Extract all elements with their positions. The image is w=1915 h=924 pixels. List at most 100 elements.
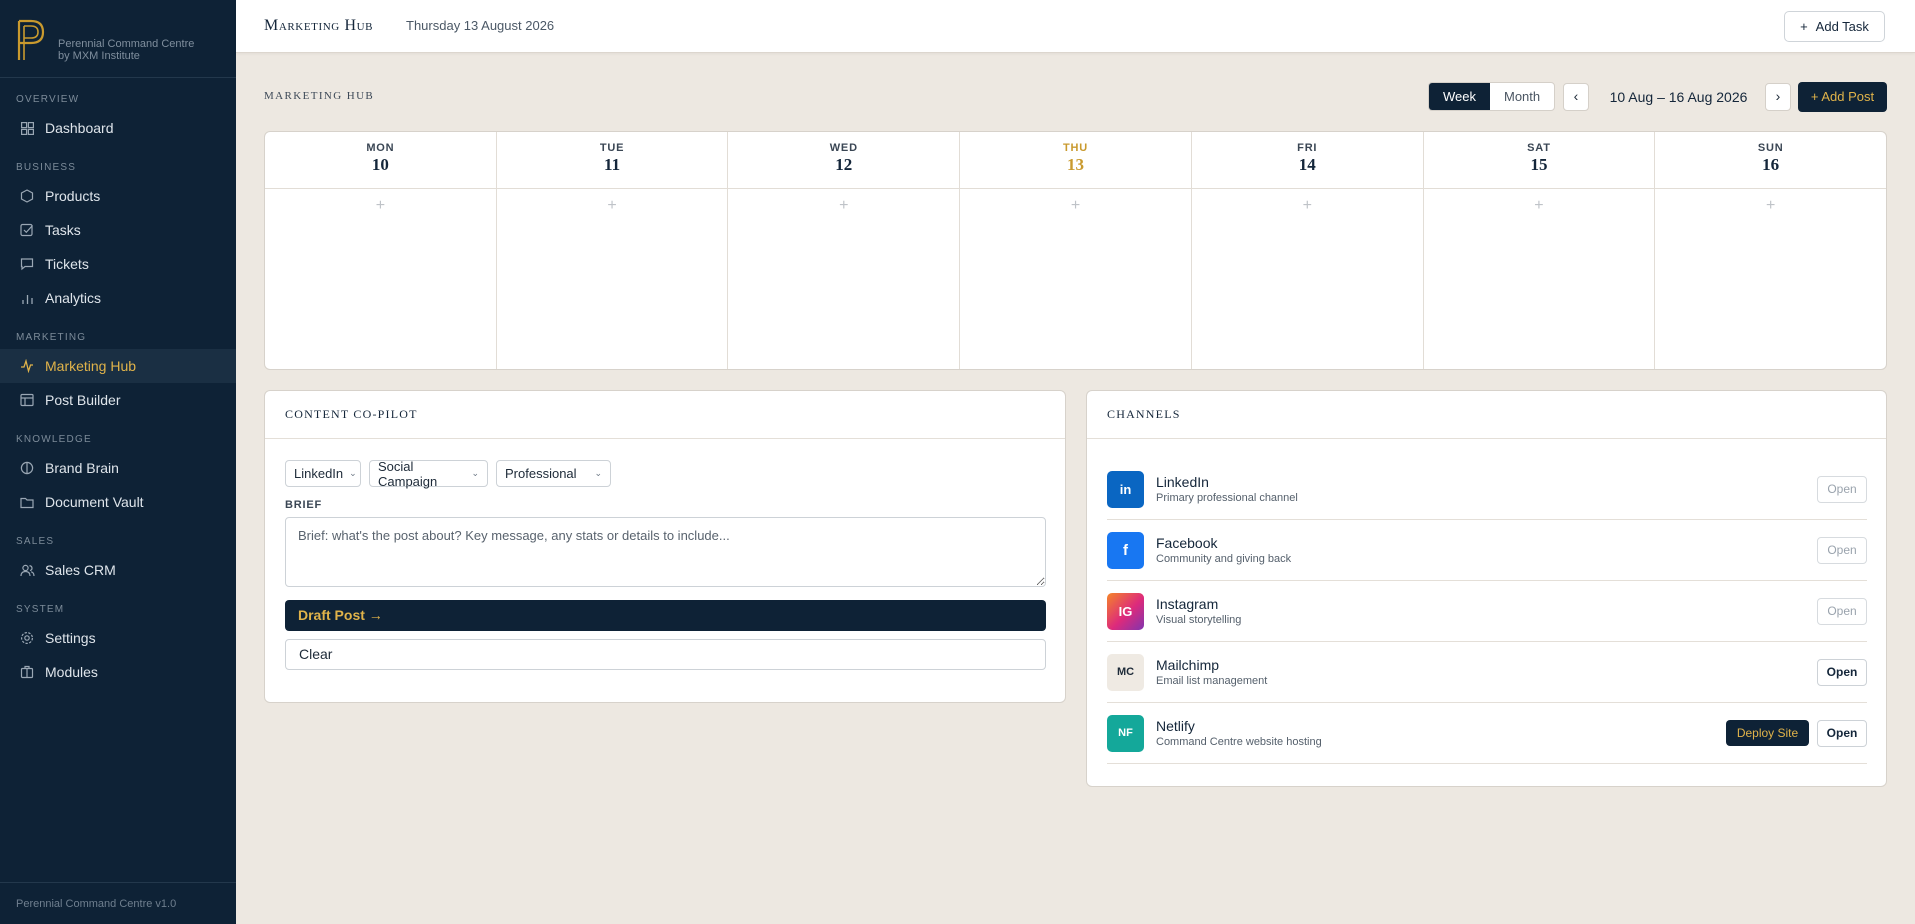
sidebar-item-label: Products <box>45 188 101 204</box>
bar-chart-icon <box>19 290 35 306</box>
day-number: 12 <box>835 155 853 174</box>
channel-description: Command Centre website hosting <box>1156 736 1322 748</box>
day-name: THU <box>1063 142 1089 154</box>
section-label: MARKETING HUB <box>264 90 375 102</box>
sidebar-item-products[interactable]: Products <box>0 179 236 213</box>
day-number: 14 <box>1298 155 1316 174</box>
draft-post-button[interactable]: Draft Post → <box>285 600 1046 631</box>
add-task-label: Add Task <box>1815 19 1869 34</box>
view-week-button[interactable]: Week <box>1429 83 1490 110</box>
day-column-tue[interactable]: TUE 11 + <box>496 132 729 369</box>
mailchimp-icon: MC <box>1107 653 1144 691</box>
sidebar-item-marketing-hub[interactable]: Marketing Hub <box>0 349 236 383</box>
open-instagram-button[interactable]: Open <box>1817 598 1867 625</box>
sidebar-item-brand-brain[interactable]: Brand Brain <box>0 451 236 485</box>
sidebar-item-label: Post Builder <box>45 392 121 408</box>
open-facebook-button[interactable]: Open <box>1817 537 1867 564</box>
open-mailchimp-button[interactable]: Open <box>1817 659 1867 686</box>
sidebar-item-post-builder[interactable]: Post Builder <box>0 383 236 417</box>
sidebar-item-dashboard[interactable]: Dashboard <box>0 111 236 145</box>
copilot-options: LinkedIn ⌄ Social Campaign ⌄ Professiona… <box>285 459 611 489</box>
sidebar-item-tasks[interactable]: Tasks <box>0 213 236 247</box>
channel-name: Netlify <box>1156 718 1195 734</box>
sidebar-item-modules[interactable]: Modules <box>0 655 236 689</box>
platform-select[interactable]: LinkedIn ⌄ <box>285 460 361 487</box>
tone-select-value: Professional <box>505 466 577 481</box>
day-number: 15 <box>1530 155 1548 174</box>
content-type-select[interactable]: Social Campaign ⌄ <box>369 459 488 489</box>
chevron-down-icon: ⌄ <box>471 468 479 478</box>
open-netlify-button[interactable]: Open <box>1817 720 1867 747</box>
sidebar-item-analytics[interactable]: Analytics <box>0 281 236 315</box>
clear-button[interactable]: Clear <box>285 639 1046 670</box>
next-week-button[interactable]: › <box>1765 83 1791 111</box>
main-content: MARKETING HUB Week Month ‹ 10 Aug – 16 A… <box>236 53 1915 924</box>
channel-info: LinkedIn Primary professional channel <box>1156 474 1298 504</box>
page-title: Marketing Hub <box>264 17 374 34</box>
topbar: Marketing Hub Thursday 13 August 2026 + … <box>236 0 1915 53</box>
sidebar-item-sales-crm[interactable]: Sales CRM <box>0 553 236 587</box>
grid-icon <box>19 120 35 136</box>
brief-label: BRIEF <box>285 499 322 511</box>
brief-textarea[interactable] <box>285 517 1046 587</box>
add-post-to-day-button[interactable]: + <box>497 197 728 215</box>
nav-section-knowledge: KNOWLEDGE <box>16 434 92 445</box>
add-post-to-day-button[interactable]: + <box>1424 197 1655 215</box>
sidebar-item-document-vault[interactable]: Document Vault <box>0 485 236 519</box>
sidebar-item-label: Analytics <box>45 290 102 306</box>
view-month-button[interactable]: Month <box>1490 83 1554 110</box>
current-date: Thursday 13 August 2026 <box>406 18 555 33</box>
tone-select[interactable]: Professional ⌄ <box>496 460 611 487</box>
day-name: MON <box>366 142 395 154</box>
day-column-wed[interactable]: WED 12 + <box>728 132 961 369</box>
add-post-to-day-button[interactable]: + <box>1655 197 1886 215</box>
day-column-sat[interactable]: SAT 15 + <box>1423 132 1656 369</box>
card-title: CHANNELS <box>1087 391 1886 439</box>
sidebar-item-label: Sales CRM <box>45 562 116 578</box>
nav-section-sales: SALES <box>16 536 55 547</box>
deploy-site-button[interactable]: Deploy Site <box>1726 720 1809 746</box>
add-task-button[interactable]: + Add Task <box>1784 11 1885 42</box>
channel-row-facebook: f Facebook Community and giving back Ope… <box>1107 520 1867 581</box>
sidebar-item-tickets[interactable]: Tickets <box>0 247 236 281</box>
add-post-to-day-button[interactable]: + <box>960 197 1191 215</box>
day-column-fri[interactable]: FRI 14 + <box>1191 132 1424 369</box>
channel-description: Visual storytelling <box>1156 614 1242 626</box>
day-header-today: THU 13 <box>960 132 1191 189</box>
day-column-sun[interactable]: SUN 16 + <box>1655 132 1886 369</box>
channel-row-mailchimp: MC Mailchimp Email list management Open <box>1107 642 1867 703</box>
date-range: 10 Aug – 16 Aug 2026 <box>1609 89 1748 105</box>
add-post-to-day-button[interactable]: + <box>1192 197 1423 215</box>
add-post-to-day-button[interactable]: + <box>728 197 959 215</box>
day-column-thu[interactable]: THU 13 + <box>960 132 1192 369</box>
channel-row-netlify: NF Netlify Command Centre website hostin… <box>1107 703 1867 764</box>
nav-section-business: BUSINESS <box>16 162 77 173</box>
prev-week-button[interactable]: ‹ <box>1563 83 1589 111</box>
plus-icon: + <box>1800 19 1808 34</box>
sidebar-footer-version: Perennial Command Centre v1.0 <box>0 882 236 924</box>
sidebar-item-settings[interactable]: Settings <box>0 621 236 655</box>
channel-info: Instagram Visual storytelling <box>1156 596 1241 626</box>
channel-name: Instagram <box>1156 596 1219 612</box>
channel-row-instagram: IG Instagram Visual storytelling Open <box>1107 581 1867 642</box>
brain-icon <box>19 460 35 476</box>
open-linkedin-button[interactable]: Open <box>1817 476 1867 503</box>
sidebar-item-label: Settings <box>45 630 96 646</box>
brand-tagline: Perennial Command Centre by MXM Institut… <box>58 38 195 62</box>
perennial-logo-icon[interactable] <box>14 18 48 62</box>
sidebar-item-label: Document Vault <box>45 494 144 510</box>
channels-card: CHANNELS in LinkedIn Primary professiona… <box>1086 390 1887 787</box>
day-number: 11 <box>604 155 621 174</box>
checkbox-icon <box>19 222 35 238</box>
instagram-icon: IG <box>1107 592 1144 630</box>
netlify-icon: NF <box>1107 714 1144 752</box>
week-calendar: MON 10 + TUE 11 + WED 12 + THU 13 + FRI … <box>264 131 1887 370</box>
add-post-to-day-button[interactable]: + <box>265 197 496 215</box>
package-icon <box>19 664 35 680</box>
day-number: 13 <box>1067 155 1085 174</box>
channel-name: LinkedIn <box>1156 474 1209 490</box>
day-column-mon[interactable]: MON 10 + <box>265 132 497 369</box>
linkedin-icon: in <box>1107 470 1144 508</box>
sidebar-item-label: Brand Brain <box>45 460 119 476</box>
add-post-button[interactable]: + Add Post <box>1798 82 1887 112</box>
